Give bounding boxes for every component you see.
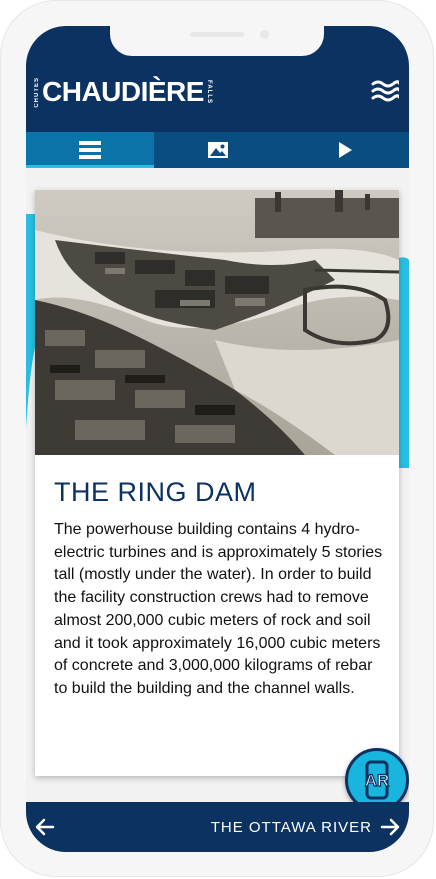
tab-text[interactable] <box>26 132 154 168</box>
phone-notch <box>110 26 324 56</box>
tab-video[interactable] <box>281 132 409 168</box>
ar-button-label: AR <box>365 771 390 790</box>
speaker-grille <box>190 32 244 37</box>
next-button[interactable] <box>377 814 403 840</box>
article-card: THE RING DAM The powerhouse building con… <box>35 190 400 776</box>
content-area[interactable]: THE RING DAM The powerhouse building con… <box>26 168 409 802</box>
chaudiere-falls-logo[interactable]: CHUTES CHAUDIÈRE FALLS <box>34 76 212 108</box>
menu-button[interactable] <box>371 78 401 102</box>
list-icon <box>78 141 101 159</box>
ar-phone-icon: AR <box>364 760 390 800</box>
phone-frame: CHUTES CHAUDIÈRE FALLS THE RING DAM The … <box>0 0 434 877</box>
front-camera <box>260 30 269 39</box>
play-icon <box>339 142 353 158</box>
arrow-left-icon <box>35 818 55 836</box>
app-screen: CHUTES CHAUDIÈRE FALLS THE RING DAM The … <box>26 26 409 852</box>
ring-dam-aerial-photo <box>35 190 400 455</box>
image-icon <box>207 142 228 158</box>
article-body: The powerhouse building contains 4 hydro… <box>54 521 383 697</box>
previous-button[interactable] <box>32 814 58 840</box>
footer-nav: THE OTTAWA RIVER <box>26 802 409 852</box>
article-title: THE RING DAM <box>54 477 257 507</box>
logo-chutes-text: CHUTES <box>34 76 40 108</box>
aerial-photo-graphic <box>35 190 400 455</box>
next-topic-label[interactable]: THE OTTAWA RIVER <box>211 819 372 836</box>
wave-menu-icon <box>371 80 401 102</box>
logo-falls-text: FALLS <box>205 80 212 104</box>
arrow-right-icon <box>380 818 400 836</box>
app-header: CHUTES CHAUDIÈRE FALLS <box>26 26 409 132</box>
tab-bar <box>26 132 409 168</box>
logo-main-text: CHAUDIÈRE <box>42 76 204 107</box>
tab-gallery[interactable] <box>154 132 282 168</box>
